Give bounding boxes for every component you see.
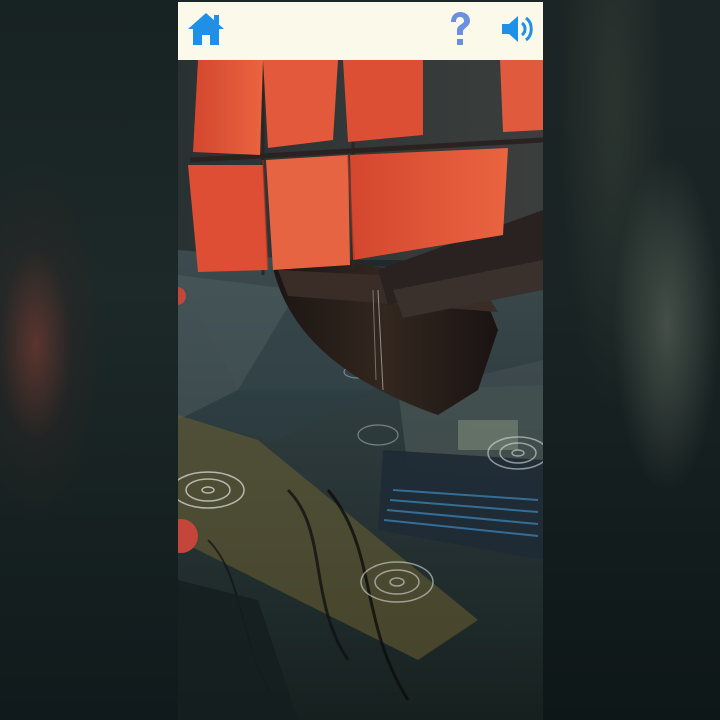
sail (188, 165, 268, 272)
sail (266, 155, 350, 270)
help-button[interactable] (434, 2, 486, 60)
speaker-volume-icon (500, 13, 536, 49)
sail (500, 60, 543, 132)
blurred-background-right (542, 0, 720, 720)
screen (0, 0, 720, 720)
home-icon (186, 11, 226, 51)
home-button[interactable] (180, 2, 232, 60)
top-toolbar (178, 2, 543, 60)
sail (343, 60, 423, 142)
question-mark-icon (446, 11, 474, 51)
app-viewport (178, 0, 543, 720)
sail (193, 60, 263, 155)
sound-button[interactable] (492, 2, 543, 60)
ar-camera-view[interactable] (178, 60, 543, 720)
blurred-background-left (0, 0, 178, 720)
sail (263, 60, 338, 148)
